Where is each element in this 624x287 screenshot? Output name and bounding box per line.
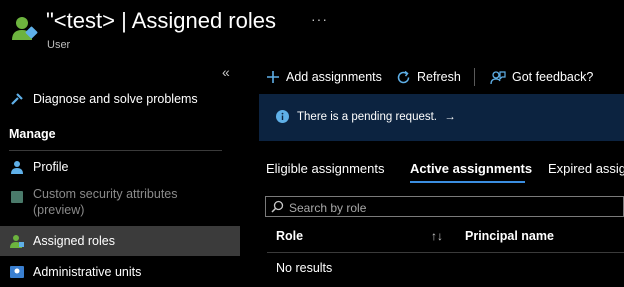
sidebar-item-label: Administrative units (33, 265, 142, 279)
got-feedback-label: Got feedback? (512, 70, 594, 84)
sidebar-item-label: Profile (33, 160, 69, 174)
tab-expired-assignments[interactable]: Expired assig (548, 161, 624, 176)
more-options-button[interactable]: ··· (311, 11, 328, 27)
info-icon (276, 110, 289, 128)
got-feedback-button[interactable]: Got feedback? (490, 68, 593, 86)
divider (9, 150, 222, 151)
sidebar-item-custom-security-attributes[interactable]: Custom security attributes (preview) (0, 186, 240, 222)
table-header-divider (267, 252, 624, 253)
sort-icon[interactable]: ↑↓ (431, 229, 443, 243)
tab-eligible-assignments[interactable]: Eligible assignments (266, 161, 385, 176)
arrow-right-icon: → (444, 111, 456, 123)
wrench-icon (9, 91, 25, 107)
toolbar-separator (474, 68, 475, 86)
shield-icon (9, 189, 25, 205)
user-roles-icon (9, 233, 25, 249)
empty-table-message: No results (276, 261, 333, 275)
sidebar-item-label: Assigned roles (33, 234, 115, 248)
active-tab-indicator (410, 181, 525, 183)
banner-message: There is a pending request. (297, 111, 438, 123)
user-avatar-icon (10, 14, 38, 42)
sidebar-item-profile[interactable]: Profile (0, 152, 240, 182)
sidebar-item-label: Custom security attributes (preview) (33, 187, 178, 217)
section-heading-manage: Manage (9, 127, 56, 141)
admin-units-icon (9, 264, 25, 280)
refresh-icon (397, 70, 410, 83)
column-header-principal-name[interactable]: Principal name (465, 229, 554, 243)
tab-active-assignments[interactable]: Active assignments (410, 161, 532, 176)
page-title: "<test> | Assigned roles (46, 8, 276, 33)
search-placeholder: Search by role (289, 201, 367, 215)
column-header-role[interactable]: Role (276, 229, 303, 243)
sidebar-item-assigned-roles[interactable]: Assigned roles (0, 226, 240, 256)
refresh-button[interactable]: Refresh (396, 68, 461, 86)
page-subtitle: User (47, 39, 71, 51)
sidebar-item-diagnose[interactable]: Diagnose and solve problems (0, 84, 240, 114)
sidebar-item-administrative-units[interactable]: Administrative units (0, 257, 240, 287)
add-assignments-button[interactable]: Add assignments (266, 68, 382, 86)
banner-text[interactable]: There is a pending request. → (297, 111, 456, 123)
add-assignments-label: Add assignments (286, 70, 382, 84)
sidebar-item-label: Diagnose and solve problems (33, 92, 198, 106)
person-icon (9, 159, 25, 175)
feedback-icon (490, 70, 506, 84)
collapse-sidebar-button[interactable]: « (222, 64, 230, 80)
search-icon (271, 200, 284, 218)
refresh-label: Refresh (417, 70, 461, 84)
plus-icon (267, 71, 279, 83)
